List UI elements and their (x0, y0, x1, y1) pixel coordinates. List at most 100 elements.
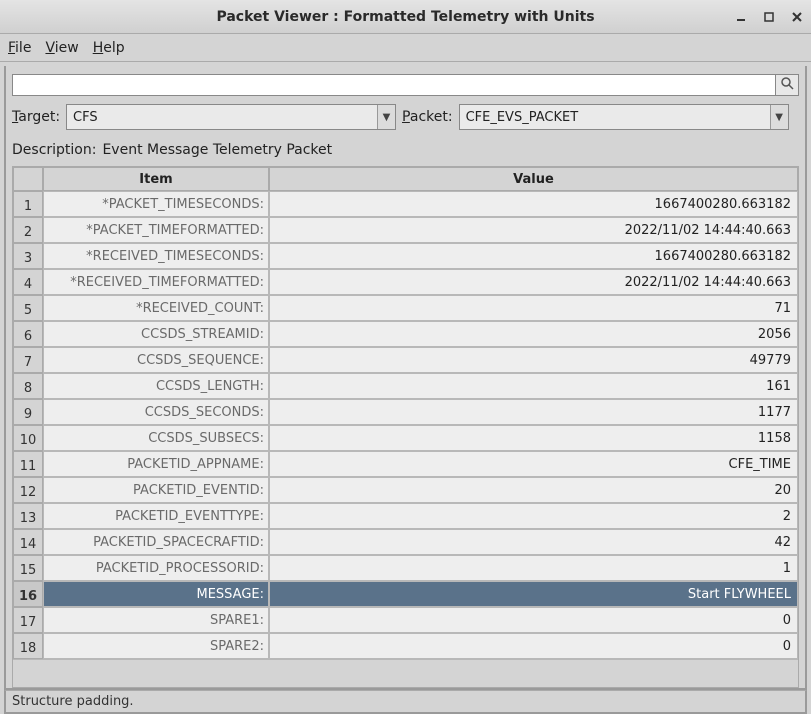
menu-help[interactable]: Help (93, 40, 125, 56)
row-number[interactable]: 12 (13, 477, 43, 503)
table-row[interactable]: 3*RECEIVED_TIMESECONDS:1667400280.663182 (13, 243, 798, 269)
table-row[interactable]: 17SPARE1:0 (13, 607, 798, 633)
cell-item[interactable]: PACKETID_APPNAME: (43, 451, 269, 477)
row-number[interactable]: 9 (13, 399, 43, 425)
row-number[interactable]: 10 (13, 425, 43, 451)
table-row[interactable]: 8CCSDS_LENGTH:161 (13, 373, 798, 399)
description-label: Description: (12, 142, 96, 158)
table-row[interactable]: 1*PACKET_TIMESECONDS:1667400280.663182 (13, 191, 798, 217)
row-number[interactable]: 14 (13, 529, 43, 555)
table-body[interactable]: 1*PACKET_TIMESECONDS:1667400280.6631822*… (13, 191, 798, 687)
cell-value[interactable]: 2056 (269, 321, 798, 347)
titlebar-buttons (733, 0, 805, 33)
row-number[interactable]: 6 (13, 321, 43, 347)
cell-item[interactable]: SPARE2: (43, 633, 269, 659)
table-row[interactable]: 4*RECEIVED_TIMEFORMATTED:2022/11/02 14:4… (13, 269, 798, 295)
table-row[interactable]: 18SPARE2:0 (13, 633, 798, 659)
cell-item[interactable]: *RECEIVED_COUNT: (43, 295, 269, 321)
cell-value[interactable]: 42 (269, 529, 798, 555)
row-number[interactable]: 4 (13, 269, 43, 295)
status-text: Structure padding. (12, 694, 134, 709)
maximize-button[interactable] (761, 9, 777, 25)
cell-value[interactable]: CFE_TIME (269, 451, 798, 477)
cell-value[interactable]: 1158 (269, 425, 798, 451)
table-row[interactable]: 12PACKETID_EVENTID:20 (13, 477, 798, 503)
cell-item[interactable]: PACKETID_EVENTID: (43, 477, 269, 503)
cell-item[interactable]: *PACKET_TIMEFORMATTED: (43, 217, 269, 243)
table-row[interactable]: 5*RECEIVED_COUNT:71 (13, 295, 798, 321)
cell-value[interactable]: 1667400280.663182 (269, 191, 798, 217)
close-button[interactable] (789, 9, 805, 25)
row-number[interactable]: 11 (13, 451, 43, 477)
row-number[interactable]: 15 (13, 555, 43, 581)
row-number[interactable]: 1 (13, 191, 43, 217)
chevron-down-icon: ▼ (377, 105, 395, 129)
cell-item[interactable]: PACKETID_PROCESSORID: (43, 555, 269, 581)
table-row[interactable]: 14PACKETID_SPACECRAFTID:42 (13, 529, 798, 555)
menu-file[interactable]: File (8, 40, 31, 56)
row-number[interactable]: 2 (13, 217, 43, 243)
table-row[interactable]: 6CCSDS_STREAMID:2056 (13, 321, 798, 347)
menubar: File View Help (0, 34, 811, 62)
row-number[interactable]: 17 (13, 607, 43, 633)
cell-item[interactable]: CCSDS_SEQUENCE: (43, 347, 269, 373)
cell-item[interactable]: *RECEIVED_TIMEFORMATTED: (43, 269, 269, 295)
chevron-down-icon: ▼ (770, 105, 788, 129)
cell-value[interactable]: 2 (269, 503, 798, 529)
cell-value[interactable]: 2022/11/02 14:44:40.663 (269, 269, 798, 295)
row-number[interactable]: 13 (13, 503, 43, 529)
cell-item[interactable]: MESSAGE: (43, 581, 269, 607)
cell-value[interactable]: 49779 (269, 347, 798, 373)
selector-row: Target: CFS ▼ Packet: CFE_EVS_PACKET ▼ (12, 104, 799, 130)
cell-item[interactable]: PACKETID_EVENTTYPE: (43, 503, 269, 529)
target-combo[interactable]: CFS ▼ (66, 104, 396, 130)
table-row[interactable]: 9CCSDS_SECONDS:1177 (13, 399, 798, 425)
cell-item[interactable]: CCSDS_LENGTH: (43, 373, 269, 399)
row-number[interactable]: 7 (13, 347, 43, 373)
table-row[interactable]: 2*PACKET_TIMEFORMATTED:2022/11/02 14:44:… (13, 217, 798, 243)
table-row[interactable]: 7CCSDS_SEQUENCE:49779 (13, 347, 798, 373)
cell-value[interactable]: 161 (269, 373, 798, 399)
minimize-button[interactable] (733, 9, 749, 25)
header-value[interactable]: Value (269, 167, 798, 191)
packet-label: Packet: (402, 109, 453, 125)
cell-value[interactable]: 1667400280.663182 (269, 243, 798, 269)
menu-view[interactable]: View (45, 40, 78, 56)
table-row[interactable]: 16MESSAGE:Start FLYWHEEL (13, 581, 798, 607)
search-input[interactable] (12, 74, 775, 96)
row-number[interactable]: 3 (13, 243, 43, 269)
header-item[interactable]: Item (43, 167, 269, 191)
cell-item[interactable]: CCSDS_SECONDS: (43, 399, 269, 425)
target-combo-text: CFS (67, 110, 377, 125)
cell-item[interactable]: *RECEIVED_TIMESECONDS: (43, 243, 269, 269)
cell-item[interactable]: CCSDS_STREAMID: (43, 321, 269, 347)
cell-value[interactable]: Start FLYWHEEL (269, 581, 798, 607)
cell-value[interactable]: 2022/11/02 14:44:40.663 (269, 217, 798, 243)
row-number[interactable]: 5 (13, 295, 43, 321)
cell-item[interactable]: CCSDS_SUBSECS: (43, 425, 269, 451)
table-row[interactable]: 15PACKETID_PROCESSORID:1 (13, 555, 798, 581)
cell-value[interactable]: 1177 (269, 399, 798, 425)
cell-value[interactable]: 20 (269, 477, 798, 503)
cell-item[interactable]: SPARE1: (43, 607, 269, 633)
search-button[interactable] (775, 74, 799, 96)
statusbar: Structure padding. (4, 690, 807, 714)
cell-item[interactable]: *PACKET_TIMESECONDS: (43, 191, 269, 217)
row-number[interactable]: 16 (13, 581, 43, 607)
table-row[interactable]: 10CCSDS_SUBSECS:1158 (13, 425, 798, 451)
content-area: Target: CFS ▼ Packet: CFE_EVS_PACKET ▼ D… (4, 66, 807, 690)
cell-item[interactable]: PACKETID_SPACECRAFTID: (43, 529, 269, 555)
table-row[interactable]: 13PACKETID_EVENTTYPE:2 (13, 503, 798, 529)
cell-value[interactable]: 1 (269, 555, 798, 581)
cell-value[interactable]: 0 (269, 607, 798, 633)
row-number[interactable]: 18 (13, 633, 43, 659)
description-row: Description: Event Message Telemetry Pac… (12, 138, 799, 158)
description-text: Event Message Telemetry Packet (102, 142, 332, 158)
target-label: Target: (12, 109, 60, 125)
packet-combo[interactable]: CFE_EVS_PACKET ▼ (459, 104, 789, 130)
window-title: Packet Viewer : Formatted Telemetry with… (216, 9, 594, 25)
table-row[interactable]: 11PACKETID_APPNAME:CFE_TIME (13, 451, 798, 477)
cell-value[interactable]: 71 (269, 295, 798, 321)
cell-value[interactable]: 0 (269, 633, 798, 659)
row-number[interactable]: 8 (13, 373, 43, 399)
